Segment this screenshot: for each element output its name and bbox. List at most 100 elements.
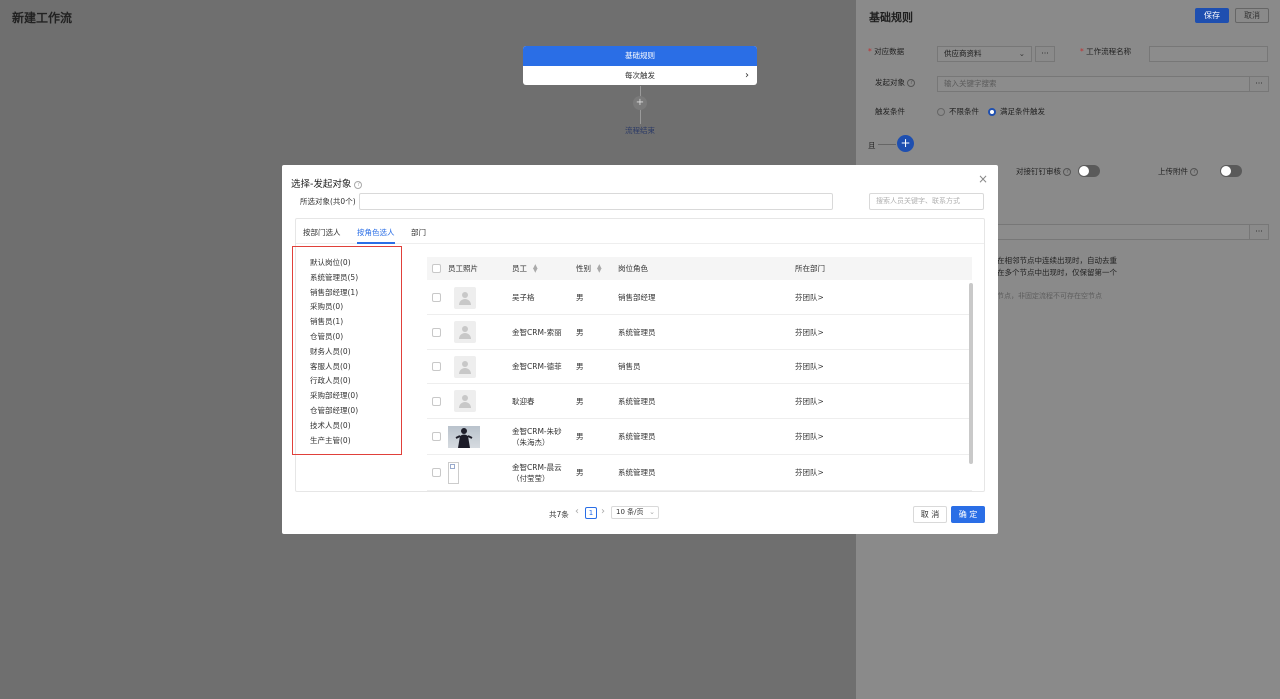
row-checkbox[interactable] [432,432,441,441]
row-checkbox[interactable] [432,293,441,302]
tab-by-department[interactable]: 按部门选人 [303,227,341,238]
employee-gender: 男 [576,468,584,477]
col-employee[interactable]: 员工 ▲ ▼ [512,263,538,274]
employee-dept: 芬团队> [795,293,824,302]
employee-dept: 芬团队> [795,396,824,406]
dingtalk-label: 对接钉钉审核 [1016,167,1061,176]
table-row[interactable]: 吴子格 男 销售部经理 芬团队> [427,281,972,315]
employee-gender: 男 [576,362,584,371]
role-item[interactable]: 采购部经理(0) [310,389,400,404]
role-item[interactable]: 默认岗位(0) [310,256,400,271]
approver-more-button[interactable]: ··· [1249,224,1269,240]
chevron-down-icon: ⌄ [649,508,655,516]
attachment-toggle[interactable] [1220,165,1242,177]
chevron-right-icon: › [745,70,749,81]
row-checkbox[interactable] [432,327,441,337]
row-checkbox[interactable] [432,396,441,406]
role-item[interactable]: 系统管理员(5) [310,271,400,286]
role-item[interactable]: 技术人员(0) [310,419,400,434]
trigger-more-button[interactable]: ··· [1249,76,1269,92]
select-all-checkbox[interactable] [432,264,441,273]
role-item[interactable]: 销售员(1) [310,315,400,330]
next-page-icon[interactable]: › [601,506,605,517]
hint-line-1: 在相邻节点中连续出现时，自动去重 [997,256,1117,265]
avatar-placeholder-icon [454,355,476,378]
tab-by-role[interactable]: 按角色选人 [357,227,395,238]
page-title: 新建工作流 [12,11,73,25]
row-checkbox[interactable] [432,468,441,477]
employee-photo [448,425,480,448]
close-icon[interactable]: × [978,172,988,186]
save-button[interactable]: 保存 [1195,8,1229,23]
tab-department[interactable]: 部门 [411,227,426,238]
role-item[interactable]: 销售部经理(1) [310,286,400,301]
employee-name: 金智CRM-晨云 （付莹莹） [512,462,562,483]
table-row[interactable]: 金智CRM-德菲 男 销售员 芬团队> [427,350,972,384]
data-select-value: 供应商资料 [944,49,982,58]
page-1-button[interactable]: 1 [585,507,597,519]
radio-conditional[interactable]: 满足条件触发 [988,106,1045,117]
page-size-select[interactable]: 10 条/页 ⌄ [611,506,659,519]
select-modal: 选择-发起对象 ? × 所选对象(共0个) 搜索人员关键字、联系方式 按部门选人… [282,165,998,534]
chevron-down-icon: ⌄ [1018,49,1025,58]
add-condition-icon[interactable]: + [897,135,914,152]
role-item[interactable]: 生产主管(0) [310,434,400,449]
row-checkbox[interactable] [432,362,441,371]
hint-line-3: 节点，非固定流程不可存在空节点 [997,292,1102,300]
role-item[interactable]: 财务人员(0) [310,345,400,360]
hint-line-2: 在多个节点中出现时，仅保留第一个 [997,268,1117,277]
data-more-button[interactable]: ··· [1035,46,1055,62]
add-node-icon[interactable]: + [633,96,647,110]
employee-gender: 男 [576,432,584,441]
trigger-object-input[interactable]: 输入关键字搜索 [937,76,1250,92]
flow-node[interactable]: 基础规则 每次触发 › [523,46,757,85]
person-photo-icon [455,427,473,448]
employee-dept: 芬团队> [795,362,824,371]
table-scrollbar[interactable] [969,283,973,464]
col-gender[interactable]: 性别 ▲ ▼ [576,263,602,274]
workflow-name-input[interactable] [1149,46,1268,62]
dingtalk-toggle[interactable] [1078,165,1100,177]
avatar-placeholder-icon [454,286,476,309]
role-item[interactable]: 行政人员(0) [310,374,400,389]
employee-gender: 男 [576,293,584,302]
selected-objects-field[interactable] [359,193,833,210]
sort-icon: ▲ ▼ [597,263,602,274]
data-select[interactable]: 供应商资料 ⌄ [937,46,1032,62]
employee-gender: 男 [576,327,584,337]
role-item[interactable]: 客服人员(0) [310,360,400,375]
employee-role: 系统管理员 [618,396,656,406]
employee-name: 金智CRM-德菲 [512,362,562,371]
trigger-condition-label: 触发条件 [875,107,905,116]
help-icon: ? [354,180,363,189]
prev-page-icon[interactable]: ‹ [575,506,579,517]
employee-role: 系统管理员 [618,468,656,477]
employee-name: 金智CRM-朱砂 （朱海杰） [512,426,562,447]
approver-input[interactable] [997,224,1250,240]
attachment-label: 上传附件 [1158,167,1188,176]
help-icon: ? [1063,168,1072,176]
modal-cancel-button[interactable]: 取 消 [913,506,947,523]
modal-title: 选择-发起对象 [291,179,352,190]
modal-confirm-button[interactable]: 确 定 [951,506,985,523]
trigger-object-label: 发起对象 [875,78,905,87]
table-row[interactable]: 耿迎春 男 系统管理员 芬团队> [427,384,972,419]
workflow-name-label: 工作流程名称 [1086,47,1132,56]
cancel-button[interactable]: 取消 [1235,8,1269,23]
flow-node-title: 基础规则 [523,46,757,66]
employee-dept: 芬团队> [795,468,824,477]
employee-role: 销售员 [618,362,641,371]
broken-image-icon [448,462,459,484]
help-icon: ? [907,79,916,87]
and-line [878,144,896,145]
employee-role: 系统管理员 [618,327,656,337]
role-item[interactable]: 仓管员(0) [310,330,400,345]
side-panel-title: 基础规则 [869,11,913,24]
role-item[interactable]: 仓管部经理(0) [310,404,400,419]
search-input[interactable]: 搜索人员关键字、联系方式 [869,193,984,210]
role-item[interactable]: 采购员(0) [310,300,400,315]
table-row[interactable]: 金智CRM-晨云 （付莹莹） 男 系统管理员 芬团队> [427,455,972,491]
table-row[interactable]: 金智CRM-索丽 男 系统管理员 芬团队> [427,315,972,350]
radio-unlimited[interactable]: 不限条件 [937,106,979,117]
table-row[interactable]: 金智CRM-朱砂 （朱海杰） 男 系统管理员 芬团队> [427,419,972,455]
